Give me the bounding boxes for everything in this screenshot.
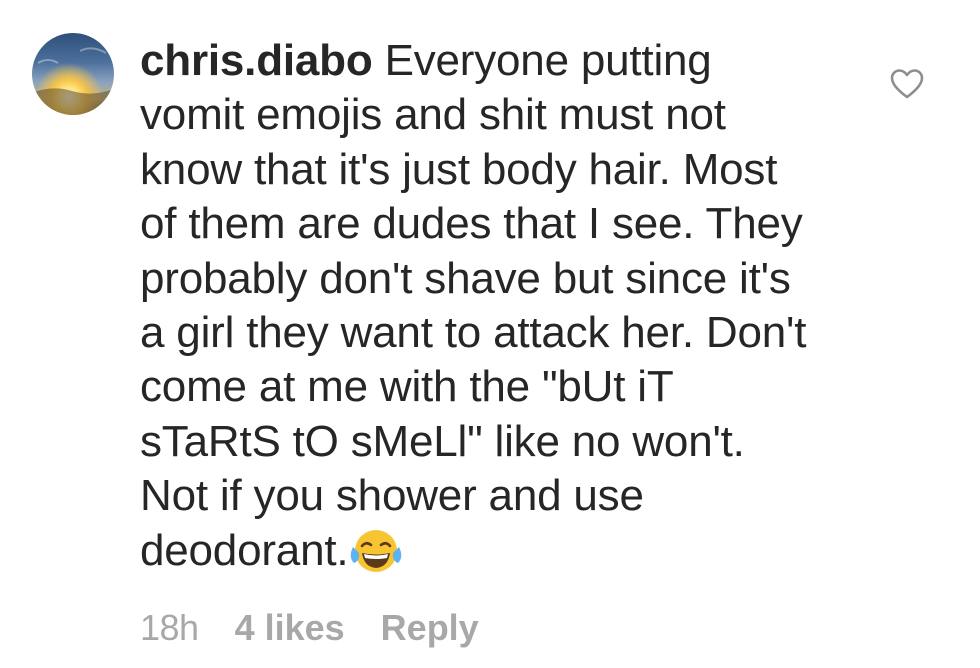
- heart-outline-icon[interactable]: [890, 68, 924, 100]
- comment-text: Everyone putting vomit emojis and shit m…: [140, 36, 807, 575]
- comment-likes-count[interactable]: 4 likes: [235, 606, 345, 650]
- avatar[interactable]: [32, 33, 114, 115]
- comment-timestamp: 18h: [140, 607, 199, 648]
- comment-meta: 18h 4 likes Reply: [140, 606, 479, 650]
- sunset-avatar-image: [32, 47, 114, 115]
- comment: chris.diabo Everyone putting vomit emoji…: [0, 0, 980, 668]
- comment-username[interactable]: chris.diabo: [140, 36, 373, 85]
- face-with-tears-of-joy-icon: [351, 529, 402, 572]
- comment-body: chris.diabo Everyone putting vomit emoji…: [140, 34, 820, 578]
- reply-button[interactable]: Reply: [381, 606, 479, 650]
